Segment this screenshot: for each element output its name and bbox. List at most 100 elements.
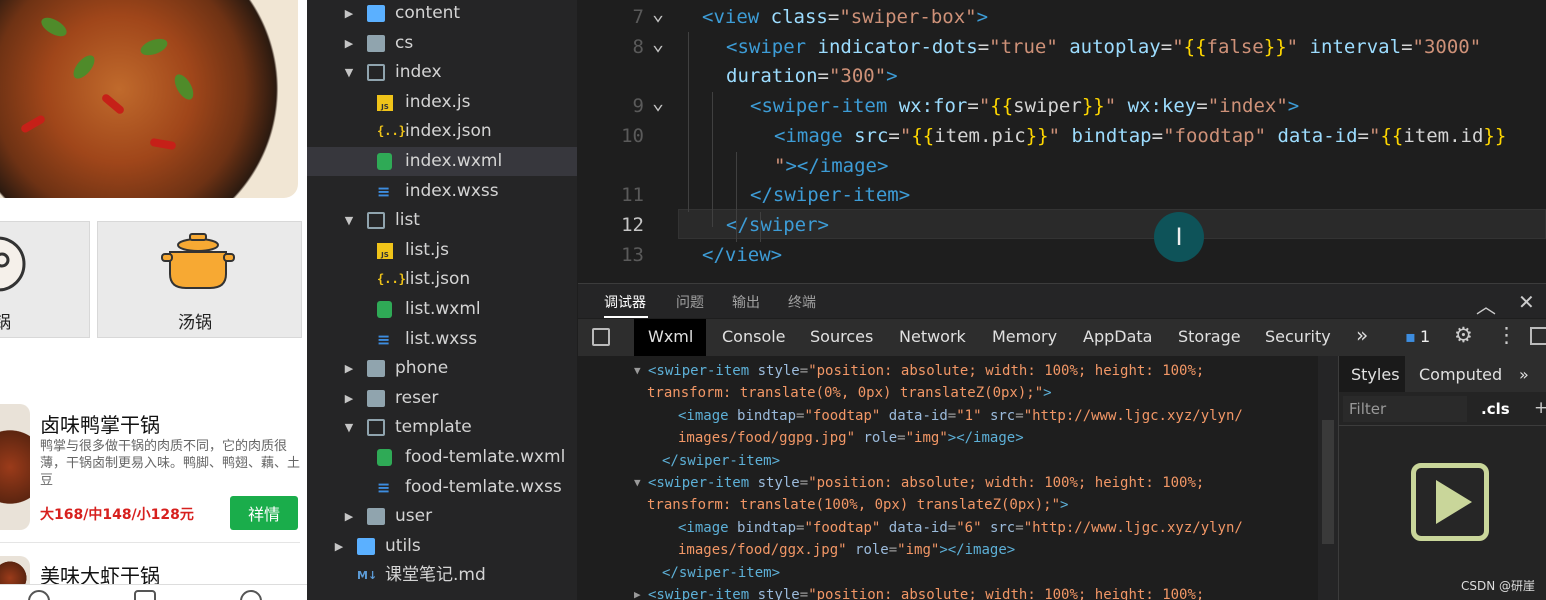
home-tab-icon[interactable] xyxy=(28,590,50,600)
code-line[interactable]: 8 ⌄ <swiper indicator-dots="true" autoplay… xyxy=(578,31,1546,62)
tree-item[interactable]: ▼ index xyxy=(307,58,577,87)
tree-item[interactable]: ▼ list xyxy=(307,206,577,235)
tree-item[interactable]: ▶ user xyxy=(307,502,577,531)
dom-node-line[interactable]: <image bindtap="foodtap" data-id="1" src… xyxy=(678,405,1243,427)
chevron-right-icon[interactable]: ▶ xyxy=(343,354,355,383)
tree-item[interactable]: ≡ index.wxss xyxy=(307,177,577,206)
tab-appdata[interactable]: AppData xyxy=(1083,327,1152,346)
dom-node-line[interactable]: </swiper-item> xyxy=(662,562,780,584)
collapse-icon[interactable]: ︿ xyxy=(1476,290,1496,319)
tab-output[interactable]: 输出 xyxy=(732,292,760,312)
issue-count[interactable]: 1 xyxy=(1420,327,1430,346)
tree-item[interactable]: JS list.js xyxy=(307,236,577,265)
tree-item[interactable]: ▼ template xyxy=(307,413,577,442)
tree-item[interactable]: ▶ reser xyxy=(307,384,577,413)
chevron-down-icon[interactable]: ▼ xyxy=(343,58,355,87)
tab-terminal[interactable]: 终端 xyxy=(788,292,816,312)
tree-item[interactable]: JS index.js xyxy=(307,88,577,117)
tree-item[interactable]: index.wxml xyxy=(307,147,577,176)
tree-item[interactable]: {..} index.json xyxy=(307,117,577,146)
product-image[interactable] xyxy=(0,404,30,530)
add-rule-icon[interactable]: + xyxy=(1534,398,1546,418)
tab-debugger[interactable]: 调试器 xyxy=(604,292,646,312)
dom-node-line[interactable]: ▶ <swiper-item style="position: absolute;… xyxy=(634,584,1204,600)
tab-problems[interactable]: 问题 xyxy=(676,292,704,312)
dom-node-line[interactable]: transform: translate(0%, 0px) translateZ… xyxy=(647,382,1052,404)
code-line[interactable]: 9 ⌄ <swiper-item wx:for="{{swiper}}" wx:ke… xyxy=(578,90,1546,121)
tab-network[interactable]: Network xyxy=(899,327,966,346)
tree-item[interactable]: list.wxml xyxy=(307,295,577,324)
chevron-right-icon[interactable]: ▶ xyxy=(343,502,355,531)
tree-item[interactable]: ▶ content xyxy=(307,0,577,28)
tab-storage[interactable]: Storage xyxy=(1178,327,1241,346)
category-label: 汤锅 xyxy=(178,313,212,333)
tree-item[interactable]: {..} list.json xyxy=(307,265,577,294)
user-tab-icon[interactable] xyxy=(240,590,262,600)
wxml-dom-tree[interactable]: ▼ <swiper-item style="position: absolute;… xyxy=(578,356,1318,600)
dom-node-line[interactable]: transform: translate(100%, 0px) translat… xyxy=(647,494,1068,516)
dom-node-line[interactable]: images/food/ggpg.jpg" role="img"></image… xyxy=(678,427,1024,449)
tab-sources[interactable]: Sources xyxy=(810,327,873,346)
chevron-right-icon[interactable]: ▶ xyxy=(343,0,355,28)
line-number: 7 xyxy=(632,6,644,28)
tree-item[interactable]: ▶ cs xyxy=(307,29,577,58)
dom-node-line[interactable]: ▼ <swiper-item style="position: absolute;… xyxy=(634,360,1204,382)
tree-item[interactable]: ≡ food-temlate.wxss xyxy=(307,473,577,502)
dock-icon[interactable] xyxy=(1530,327,1546,345)
tree-item-label: content xyxy=(395,3,461,23)
settings-icon[interactable]: ⚙ xyxy=(1454,323,1473,347)
more-tabs-icon[interactable]: » xyxy=(1356,323,1368,347)
fold-chevron-icon[interactable]: ⌄ xyxy=(652,28,664,58)
code-line[interactable]: 11 </swiper-item> xyxy=(578,180,1546,210)
indent-guide xyxy=(712,92,713,227)
tree-item[interactable]: ▶ phone xyxy=(307,354,577,383)
chevron-right-icon[interactable]: ▶ xyxy=(333,532,345,561)
chevron-right-icon[interactable]: ▶ xyxy=(343,384,355,413)
code-text: </swiper-item> xyxy=(750,184,911,207)
expand-triangle-icon[interactable]: ▼ xyxy=(634,360,641,382)
scrollbar-thumb[interactable] xyxy=(1322,420,1334,544)
scrollbar[interactable] xyxy=(1318,356,1338,600)
chevron-down-icon[interactable]: ▼ xyxy=(343,413,355,442)
kebab-icon[interactable]: ⋮ xyxy=(1496,323,1517,347)
code-line[interactable]: 12 </swiper> xyxy=(578,210,1546,240)
tree-item[interactable]: ≡ list.wxss xyxy=(307,325,577,354)
tab-wxml[interactable]: Wxml xyxy=(648,327,693,346)
dom-node-line[interactable]: <image bindtap="foodtap" data-id="6" src… xyxy=(678,517,1243,539)
fold-chevron-icon[interactable]: ⌄ xyxy=(652,0,664,28)
chevron-right-icon[interactable]: ▶ xyxy=(343,29,355,58)
cls-toggle[interactable]: .cls xyxy=(1481,400,1510,418)
more-tabs-icon[interactable]: » xyxy=(1519,365,1529,384)
tab-computed[interactable]: Computed xyxy=(1419,365,1502,384)
dom-node-line[interactable]: </swiper-item> xyxy=(662,450,780,472)
tab-console[interactable]: Console xyxy=(722,327,786,346)
filter-input[interactable] xyxy=(1343,396,1467,422)
code-line[interactable]: 7 ⌄ <view class="swiper-box"> xyxy=(578,0,1546,32)
code-line[interactable]: 13 </view> xyxy=(578,240,1546,270)
banner-food-image[interactable] xyxy=(0,0,298,198)
cart-tab-icon[interactable] xyxy=(134,590,156,600)
code-line[interactable]: 10 <image src="{{item.pic}}" bindtap="foo… xyxy=(578,121,1546,151)
dom-node-line[interactable]: ▼ <swiper-item style="position: absolute;… xyxy=(634,472,1204,494)
dom-node-line[interactable]: images/food/ggx.jpg" role="img"></image> xyxy=(678,539,1015,561)
expand-triangle-icon[interactable]: ▼ xyxy=(634,472,641,494)
tree-item[interactable]: food-temlate.wxml xyxy=(307,443,577,472)
category-label: 锅 xyxy=(0,313,11,333)
close-icon[interactable]: ✕ xyxy=(1518,290,1535,314)
code-text: <image src="{{item.pic}}" bindtap="foodt… xyxy=(774,124,1507,147)
tree-item[interactable]: ▶ utils xyxy=(307,532,577,561)
tab-styles[interactable]: Styles xyxy=(1351,365,1400,384)
tab-memory[interactable]: Memory xyxy=(992,327,1057,346)
code-editor[interactable]: 7 ⌄ <view class="swiper-box"> 8 ⌄ <swiper ind… xyxy=(578,0,1546,280)
issue-icon[interactable]: ▪ xyxy=(1405,327,1416,346)
code-line[interactable]: "></image> xyxy=(578,151,1546,181)
code-line[interactable]: duration="300"> xyxy=(578,61,1546,91)
fold-chevron-icon[interactable]: ⌄ xyxy=(652,87,664,117)
chevron-down-icon[interactable]: ▼ xyxy=(343,206,355,235)
tree-item[interactable]: M↓ 课堂笔记.md xyxy=(307,561,577,590)
collapse-triangle-icon[interactable]: ▶ xyxy=(634,584,641,600)
tab-security[interactable]: Security xyxy=(1265,327,1331,346)
inspect-icon[interactable] xyxy=(592,328,610,346)
play-icon[interactable] xyxy=(1411,463,1489,541)
detail-button[interactable]: 祥情 xyxy=(230,496,298,530)
